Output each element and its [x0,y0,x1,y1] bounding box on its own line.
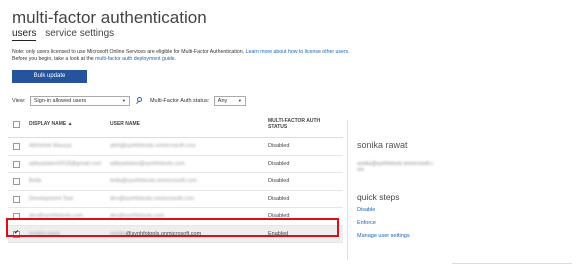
row-checkbox[interactable] [13,143,20,150]
selected-user-email: sonika@synhfotools.onmicrosoft.c om [357,161,433,173]
chevron-down-icon: ▼ [237,98,242,103]
mfa-status-select[interactable]: Any ▼ [213,96,246,106]
search-icon[interactable] [135,97,143,104]
row-checkbox[interactable] [13,178,20,185]
mfa-status-cell: Disabled [268,143,290,149]
mfa-status-label: Multi-Factor Auth status: [149,98,210,104]
page-title: multi-factor authentication [12,8,207,27]
table-row[interactable]: Development Test dev@synhfotools.onmicro… [8,191,343,208]
column-header-mfa-status[interactable]: MULTI-FACTOR AUTH STATUS [268,118,320,130]
table-row[interactable]: Abhishek Maurya abhi@synhfotools.onmicro… [8,138,343,156]
user-details-panel: sonika rawat sonika@synhfotools.onmicros… [357,140,433,173]
panel-divider [347,120,348,260]
disable-link[interactable]: Disable [357,207,375,213]
filter-bar: View: Sign-in allowed users ▼ Multi-Facto… [12,96,249,106]
select-all-checkbox[interactable] [13,121,20,128]
quick-steps-title: quick steps [357,192,400,202]
selected-row-highlight [6,218,339,237]
selected-user-name: sonika rawat [357,140,408,150]
column-header-display-name[interactable]: DISPLAY NAME ▲ [29,121,73,127]
user-name-cell: abhi@synhfotools.onmicrosoft.com [110,143,196,149]
display-name-cell: Bella [29,178,42,184]
tab-bar: users service settings [12,28,120,41]
mfa-status-cell: Disabled [268,178,290,184]
deployment-guide-link[interactable]: multi-factor auth deployment guide. [95,56,176,62]
tab-users[interactable]: users [12,28,37,41]
mfa-status-select-value: Any [217,98,228,104]
enforce-link[interactable]: Enforce [357,220,376,226]
tab-service-settings[interactable]: service settings [45,28,114,39]
display-name-cell: Abhishek Maurya [29,143,72,149]
view-select[interactable]: Sign-in allowed users ▼ [29,96,130,106]
table-header: DISPLAY NAME ▲ USER NAME MULTI-FACTOR AU… [8,113,343,138]
sort-ascending-icon: ▲ [67,121,73,127]
chevron-down-icon: ▼ [121,98,126,103]
bulk-update-button[interactable]: Bulk update [12,70,87,83]
manage-user-settings-link[interactable]: Manage user settings [357,233,410,239]
row-checkbox[interactable] [13,195,20,203]
table-row[interactable]: Bella bella@synhfotools.onmicrosoft.com … [8,173,343,191]
mfa-status-cell: Disabled [268,160,290,167]
row-checkbox[interactable] [13,160,20,168]
user-name-cell: adityadalani@synhfotools.com [110,160,185,167]
display-name-cell: Development Test [29,195,73,202]
view-label: View: [12,98,26,104]
note-line-2: Before you begin, take a look at the [12,56,94,62]
user-name-cell: dev@synhfotools.onmicrosoft.com [110,195,195,202]
column-header-user-name[interactable]: USER NAME [110,121,140,127]
info-note: Note: only users licensed to use Microso… [12,49,350,63]
view-select-value: Sign-in allowed users [33,98,87,104]
divider [452,263,572,264]
user-name-cell: bella@synhfotools.onmicrosoft.com [110,178,197,184]
license-users-link[interactable]: Learn more about how to license other us… [246,49,350,55]
mfa-status-cell: Disabled [268,195,290,202]
table-row[interactable]: adityadalani2018@gmail.com adityadalani@… [8,156,343,173]
display-name-cell: adityadalani2018@gmail.com [29,160,102,167]
note-line-1: Note: only users licensed to use Microso… [12,49,245,55]
